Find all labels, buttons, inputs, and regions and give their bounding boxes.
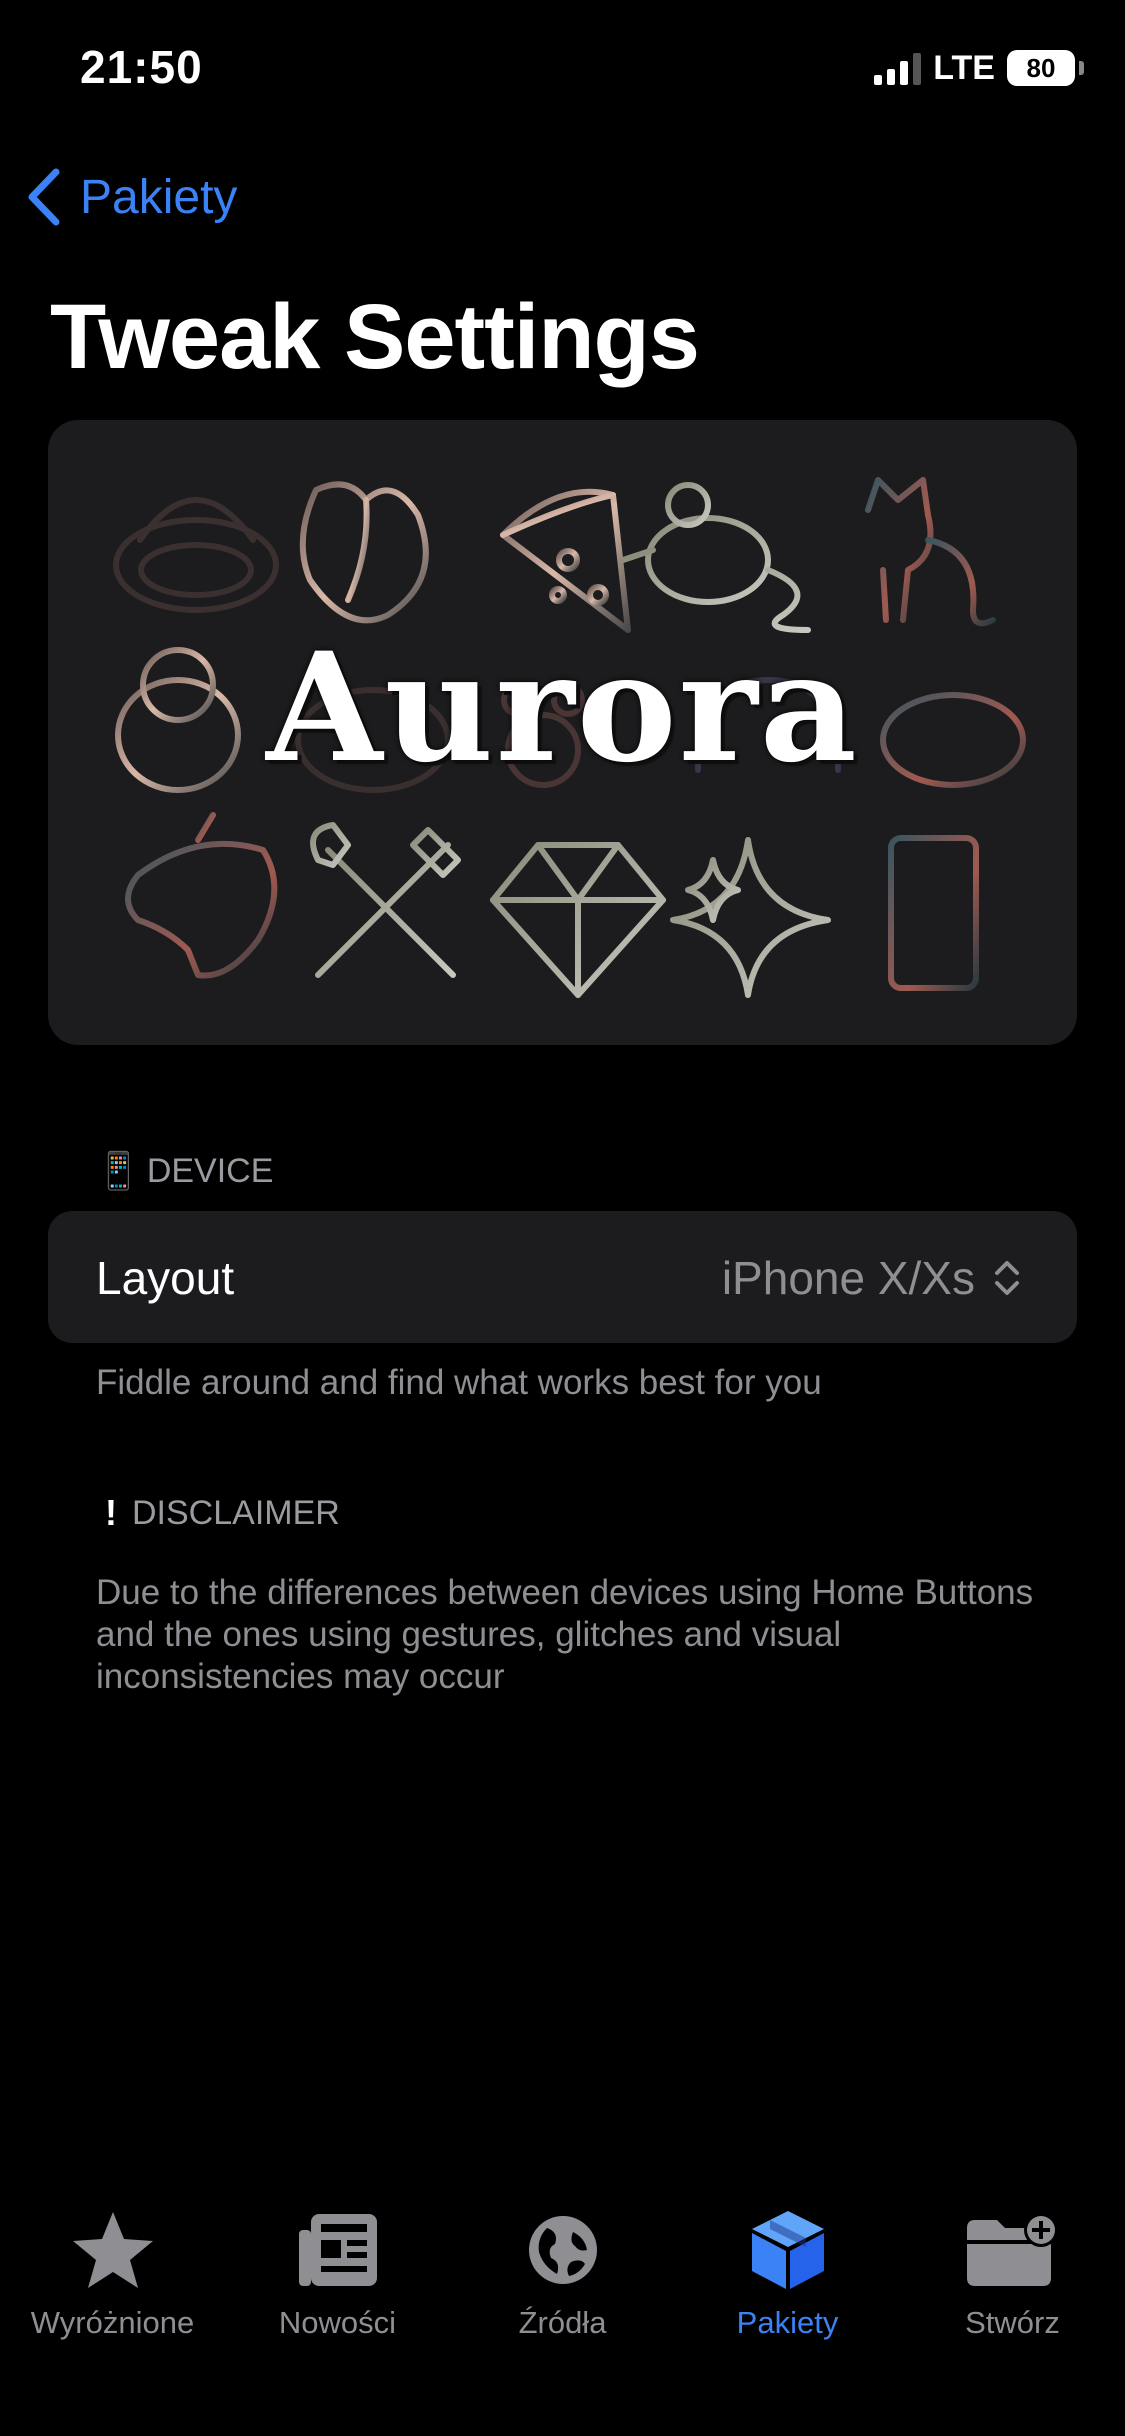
layout-cell[interactable]: Layout iPhone X/Xs — [48, 1211, 1077, 1343]
star-icon — [72, 2212, 153, 2288]
status-indicators: LTE 80 — [874, 44, 1084, 92]
tab-packages-label: Pakiety — [736, 2305, 839, 2340]
disclaimer-text: Due to the differences between devices u… — [96, 1573, 1034, 1696]
battery-level: 80 — [1026, 52, 1056, 83]
dolphin-icon — [125, 812, 278, 979]
tab-sources-label: Źródła — [518, 2305, 607, 2340]
disclaimer-section-title: DISCLAIMER — [132, 1493, 340, 1532]
layout-label: Layout — [96, 1252, 235, 1304]
status-time: 21:50 — [80, 41, 203, 93]
page-title: Tweak Settings — [50, 286, 700, 388]
exclamation-icon: ! — [105, 1492, 117, 1533]
tab-news-label: Nowości — [278, 2305, 397, 2340]
banner-title: Aurora — [266, 620, 859, 796]
tools-icon — [310, 822, 461, 978]
tab-sources[interactable]: Źródła — [450, 2205, 675, 2341]
network-type: LTE — [933, 48, 995, 87]
layout-value: iPhone X/Xs — [721, 1252, 975, 1304]
pizza-icon — [500, 488, 631, 633]
tab-create-label: Stwórz — [965, 2305, 1060, 2340]
peach-icon — [299, 481, 429, 624]
diamond-icon — [490, 842, 666, 998]
layout-picker[interactable]: iPhone X/Xs — [722, 1251, 1021, 1305]
disclaimer-section-header: ! DISCLAIMER — [96, 1492, 340, 1534]
tab-create[interactable]: Stwórz — [900, 2205, 1125, 2341]
food-bowl-icon — [113, 497, 279, 613]
cat-icon — [865, 477, 996, 627]
phone-emoji-icon: 📱 — [96, 1150, 141, 1191]
chevron-up-down-icon — [995, 1261, 1019, 1295]
back-button-label: Pakiety — [80, 170, 238, 224]
signal-icon — [874, 51, 922, 85]
tab-featured-label: Wyróżnione — [30, 2305, 195, 2340]
back-button[interactable]: Pakiety — [26, 168, 237, 226]
phone-icon — [888, 835, 979, 991]
chevron-left-icon — [28, 168, 60, 226]
aurora-banner: Aurora — [48, 420, 1077, 1045]
package-icon — [751, 2211, 824, 2289]
folder-plus-icon — [966, 2213, 1058, 2286]
tab-bar: Wyróżnione Nowości Źródła Pakiety Stwórz — [0, 2185, 1125, 2436]
device-footer: Fiddle around and find what works best f… — [96, 1363, 822, 1402]
tab-packages[interactable]: Pakiety — [675, 2205, 900, 2341]
newspaper-icon — [298, 2214, 377, 2286]
device-section-title: DEVICE — [146, 1151, 274, 1190]
device-section-header: 📱 DEVICE — [96, 1150, 273, 1192]
tab-news[interactable]: Nowości — [225, 2205, 450, 2341]
tab-featured[interactable]: Wyróżnione — [0, 2205, 225, 2341]
mouse-icon — [620, 482, 811, 633]
battery-icon: 80 — [1007, 50, 1084, 86]
sparkles-icon — [670, 837, 831, 998]
globe-icon — [528, 2216, 597, 2284]
